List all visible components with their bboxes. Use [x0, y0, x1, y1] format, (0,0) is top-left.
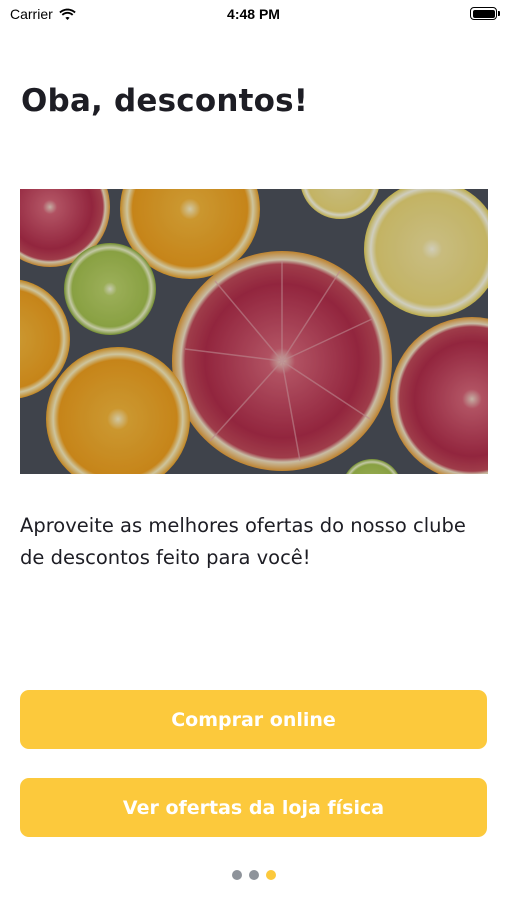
battery-icon: [470, 7, 500, 20]
page-dot-1[interactable]: [231, 870, 242, 880]
citrus-image: [20, 189, 488, 474]
status-bar: Carrier 4:48 PM: [0, 0, 507, 30]
status-time: 4:48 PM: [227, 6, 280, 22]
buy-online-button[interactable]: Comprar online: [20, 690, 487, 749]
page-dot-3-active[interactable]: [265, 870, 276, 880]
hero-image: [20, 189, 488, 474]
description-text: Aproveite as melhores ofertas do nosso c…: [20, 514, 466, 569]
page-dot-2[interactable]: [248, 870, 259, 880]
page-title: Oba, descontos!: [21, 83, 309, 119]
page-indicator[interactable]: [0, 870, 507, 880]
store-offers-button[interactable]: Ver ofertas da loja física: [20, 778, 487, 837]
